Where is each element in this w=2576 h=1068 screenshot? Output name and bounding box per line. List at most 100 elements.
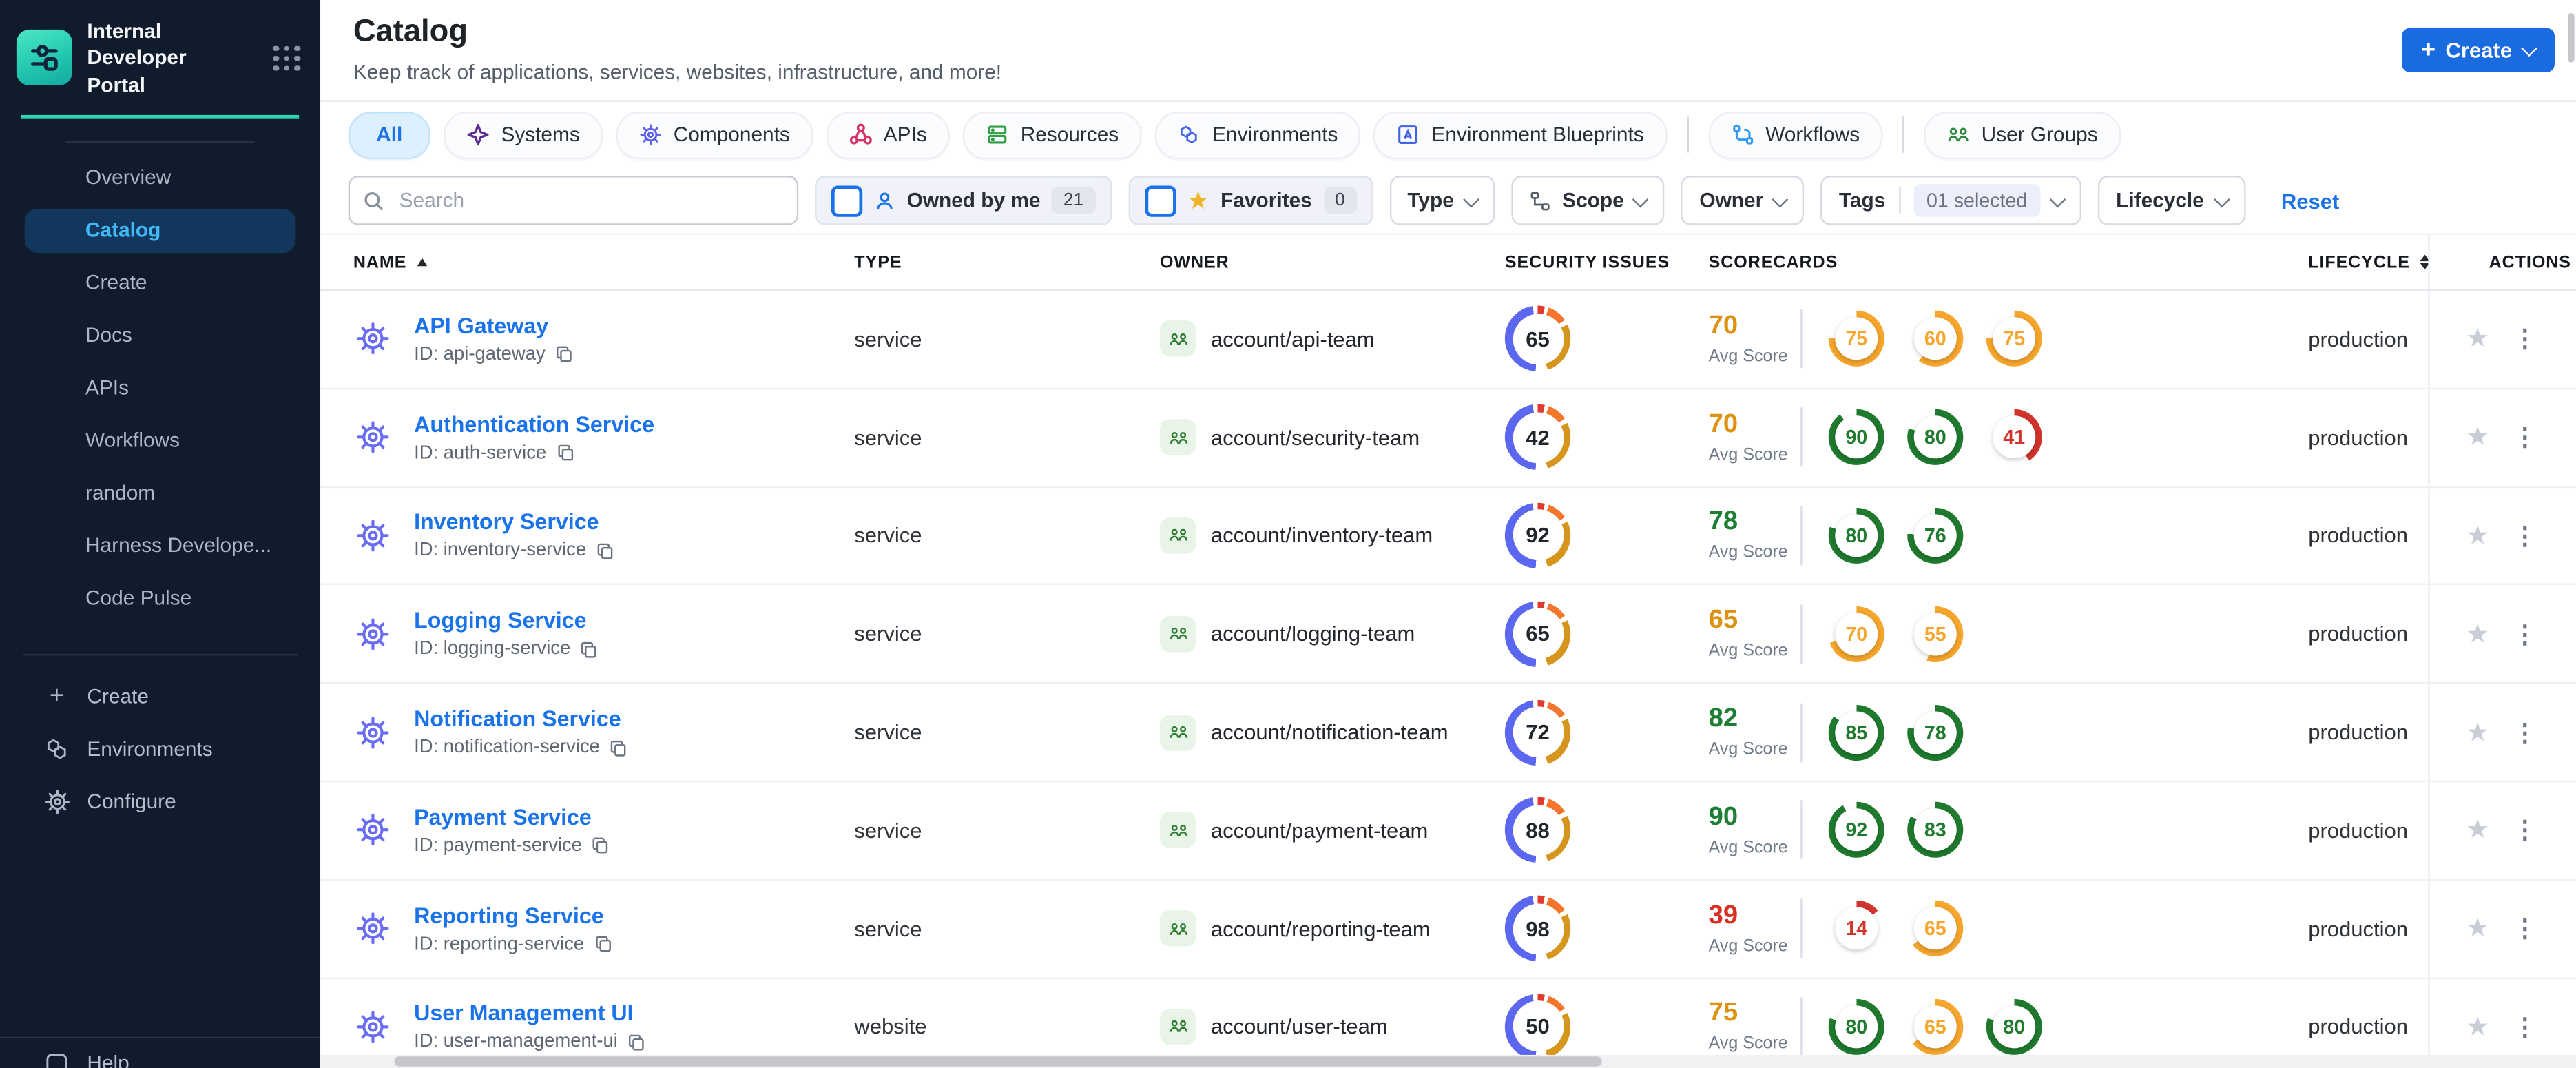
security-issues-cell: 72 <box>1479 699 1676 766</box>
copy-icon[interactable] <box>596 542 614 560</box>
lifecycle-dropdown[interactable]: Lifecycle <box>2097 176 2245 225</box>
sidebar-item-workflows[interactable]: Workflows <box>0 418 320 462</box>
owner-cell: account/user-team <box>1159 1009 1479 1045</box>
copy-icon[interactable] <box>592 837 610 855</box>
table-row[interactable]: API Gateway ID: api-gateway service acco… <box>320 291 2576 389</box>
entity-id-value: api-gateway <box>443 345 546 365</box>
app-switcher-icon[interactable] <box>272 45 301 71</box>
table-row[interactable]: Inventory Service ID: inventory-service … <box>320 487 2576 586</box>
table-row[interactable]: Reporting Service ID: reporting-service … <box>320 880 2576 979</box>
sidebar-help[interactable]: Help <box>0 1042 320 1068</box>
entity-name-link[interactable]: Inventory Service <box>414 510 614 535</box>
lifecycle-cell: production <box>2308 327 2409 352</box>
favorite-star-icon[interactable]: ★ <box>2466 322 2489 356</box>
tab-apis[interactable]: APIs <box>826 110 951 159</box>
security-issues-value: 65 <box>1526 622 1550 646</box>
entity-name-link[interactable]: Authentication Service <box>414 412 654 437</box>
sidebar-item-create[interactable]: Create <box>0 261 320 305</box>
column-header-lifecycle[interactable]: LIFECYCLE <box>2283 252 2430 272</box>
table-row[interactable]: Authentication Service ID: auth-service … <box>320 389 2576 488</box>
kebab-menu-icon[interactable]: ⋮ <box>2513 521 2537 551</box>
sidebar-bottom-environments[interactable]: Environments <box>0 728 320 770</box>
tab-environments-label: Environments <box>1212 123 1338 147</box>
tab-all[interactable]: All <box>348 110 430 159</box>
avg-score-value: 65 <box>1708 606 1738 635</box>
app-viewport: Internal Developer Portal Overview Catal… <box>0 0 2576 1068</box>
entity-name-link[interactable]: User Management UI <box>414 1001 645 1026</box>
horizontal-scrollbar[interactable] <box>394 1056 1602 1067</box>
reset-filters-link[interactable]: Reset <box>2281 188 2339 213</box>
type-cell: service <box>854 523 922 548</box>
owned-by-me-filter[interactable]: Owned by me 21 <box>815 176 1112 225</box>
sidebar-item-catalog[interactable]: Catalog <box>24 208 296 253</box>
id-prefix-label: ID: <box>414 737 439 758</box>
entity-name-link[interactable]: API Gateway <box>414 314 573 338</box>
kebab-menu-icon[interactable]: ⋮ <box>2513 325 2537 354</box>
copy-icon[interactable] <box>581 640 599 658</box>
type-cell: service <box>854 327 922 352</box>
favorites-checkbox[interactable] <box>1144 185 1176 216</box>
lifecycle-cell: production <box>2308 622 2409 646</box>
security-issues-cell: 42 <box>1479 404 1676 471</box>
entity-id-value: reporting-service <box>443 934 585 954</box>
favorite-star-icon[interactable]: ★ <box>2466 617 2489 650</box>
entity-name-link[interactable]: Reporting Service <box>414 903 612 928</box>
favorite-star-icon[interactable]: ★ <box>2466 716 2489 749</box>
help-icon <box>43 1049 71 1068</box>
favorites-filter[interactable]: ★ Favorites 0 <box>1128 176 1373 225</box>
copy-icon[interactable] <box>555 346 573 364</box>
favorite-star-icon[interactable]: ★ <box>2466 519 2489 552</box>
sidebar-item-apis[interactable]: APIs <box>0 366 320 410</box>
tab-user-groups[interactable]: User Groups <box>1924 110 2121 159</box>
kebab-menu-icon[interactable]: ⋮ <box>2513 422 2537 453</box>
tab-environment-blueprints[interactable]: Environment Blueprints <box>1373 110 1668 159</box>
copy-icon[interactable] <box>557 444 574 462</box>
tab-resources[interactable]: Resources <box>963 110 1142 159</box>
search-input[interactable] <box>395 187 731 214</box>
favorite-star-icon[interactable]: ★ <box>2466 1010 2489 1043</box>
sidebar-bottom-create[interactable]: + Create <box>0 675 320 717</box>
sidebar-item-random[interactable]: random <box>0 471 320 515</box>
sidebar-item-overview[interactable]: Overview <box>0 156 320 200</box>
table-row[interactable]: Payment Service ID: payment-service serv… <box>320 782 2576 881</box>
copy-icon[interactable] <box>610 739 627 757</box>
kebab-menu-icon[interactable]: ⋮ <box>2513 914 2537 944</box>
kebab-menu-icon[interactable]: ⋮ <box>2513 717 2537 747</box>
tab-systems[interactable]: Systems <box>443 110 603 159</box>
column-header-name[interactable]: NAME <box>320 252 854 272</box>
entity-name-link[interactable]: Payment Service <box>414 805 610 830</box>
sidebar-item-docs[interactable]: Docs <box>0 314 320 358</box>
kebab-menu-icon[interactable]: ⋮ <box>2513 619 2537 649</box>
tab-components[interactable]: Components <box>616 110 813 159</box>
create-button[interactable]: + Create <box>2401 28 2555 72</box>
owner-group-icon <box>1159 517 1196 554</box>
table-row[interactable]: Notification Service ID: notification-se… <box>320 684 2576 783</box>
entity-name-link[interactable]: Notification Service <box>414 707 627 732</box>
scorecard-value: 65 <box>1924 917 1946 941</box>
table-row[interactable]: Logging Service ID: logging-service serv… <box>320 585 2576 684</box>
sidebar-item-code-pulse[interactable]: Code Pulse <box>0 576 320 620</box>
favorite-star-icon[interactable]: ★ <box>2466 814 2489 847</box>
entity-name-link[interactable]: Logging Service <box>414 608 599 633</box>
create-button-label: Create <box>2445 37 2512 63</box>
tags-dropdown[interactable]: Tags 01 selected <box>1820 176 2082 225</box>
owner-dropdown[interactable]: Owner <box>1681 176 1805 225</box>
tab-environments[interactable]: Environments <box>1154 110 1361 159</box>
type-dropdown[interactable]: Type <box>1389 176 1495 225</box>
vertical-scrollbar[interactable] <box>2568 13 2575 63</box>
sidebar-bottom-configure[interactable]: Configure <box>0 780 320 823</box>
copy-icon[interactable] <box>594 935 612 953</box>
copy-icon[interactable] <box>627 1034 645 1051</box>
tags-dropdown-label: Tags <box>1838 189 1886 212</box>
owned-by-me-checkbox[interactable] <box>831 185 863 216</box>
lifecycle-dropdown-label: Lifecycle <box>2116 189 2204 212</box>
avg-score-block: 75 Avg Score <box>1709 1000 1794 1054</box>
favorite-star-icon[interactable]: ★ <box>2466 912 2489 945</box>
tab-workflows[interactable]: Workflows <box>1707 110 1883 159</box>
scope-dropdown[interactable]: Scope <box>1511 176 1665 225</box>
scorecards-divider <box>1800 604 1803 664</box>
favorite-star-icon[interactable]: ★ <box>2466 421 2489 454</box>
kebab-menu-icon[interactable]: ⋮ <box>2513 1012 2537 1042</box>
sidebar-item-harness-developer[interactable]: Harness Develope... <box>0 524 320 568</box>
kebab-menu-icon[interactable]: ⋮ <box>2513 816 2537 845</box>
